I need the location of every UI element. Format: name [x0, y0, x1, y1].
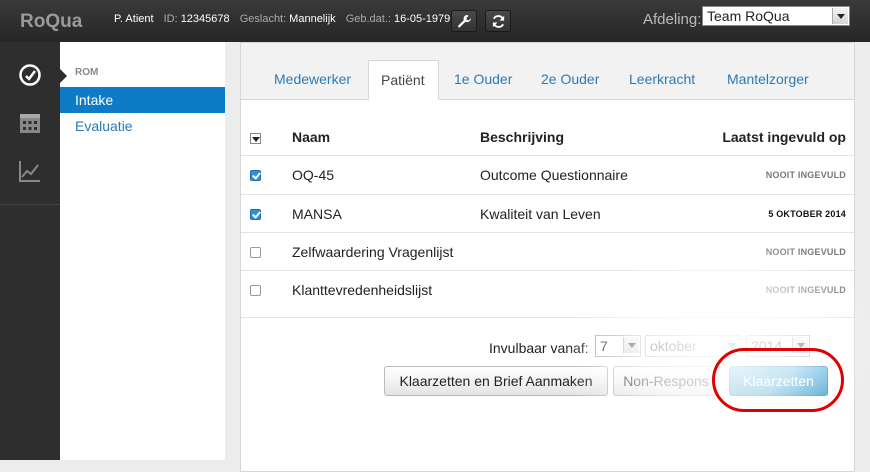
rail-divider — [0, 204, 60, 205]
available-from-label: Invulbaar vanaf: — [489, 340, 589, 356]
patient-info: P. Atient ID: 12345678 Geslacht: Mannelijk… — [114, 13, 457, 25]
settings-button[interactable] — [451, 10, 477, 32]
dob-value: 16-05-1979 — [393, 13, 451, 25]
subnav-header: ROM — [75, 67, 99, 78]
subnav-item-intake[interactable]: Intake — [60, 87, 225, 113]
top-bar: RoQua P. Atient ID: 12345678 Geslacht: Man… — [0, 0, 870, 42]
row-description: Kwaliteit van Leven — [480, 206, 601, 222]
row-last-filled: 5 OKTOBER 2014 — [768, 209, 846, 219]
respondent-tabs: Medewerker Patiënt 1e Ouder 2e Ouder Lee… — [241, 43, 854, 100]
row-name: MANSA — [292, 206, 342, 222]
dashboard-icon — [19, 64, 41, 86]
row-description: Outcome Questionnaire — [480, 167, 628, 183]
gender-value: Mannelijk — [289, 13, 336, 25]
calendar-icon — [20, 114, 40, 133]
department-select[interactable]: Team RoQua — [702, 6, 850, 26]
table-row: OQ-45 Outcome Questionnaire NOOIT INGEVU… — [241, 155, 854, 194]
non-response-button[interactable]: Non-Respons — [613, 366, 719, 396]
table-row: Zelfwaardering Vragenlijst NOOIT INGEVUL… — [241, 232, 854, 271]
footer-divider — [241, 317, 854, 318]
rail-item-dashboard[interactable] — [0, 52, 60, 96]
department-value: Team RoQua — [707, 8, 790, 24]
patient-name: P. Atient — [114, 13, 154, 25]
dob-label: Geb.dat.: — [345, 13, 391, 25]
day-select[interactable]: 7 — [595, 335, 641, 357]
subnav-item-evaluatie[interactable]: Evaluatie — [60, 113, 225, 139]
row-name: Klanttevredenheidslijst — [292, 282, 433, 298]
row-name: Zelfwaardering Vragenlijst — [292, 244, 454, 260]
highlight-ring — [712, 348, 844, 412]
tab-2e-ouder[interactable]: 2e Ouder — [541, 60, 599, 99]
chart-icon — [19, 161, 40, 182]
brand-logo[interactable]: RoQua — [20, 11, 82, 33]
patient-id: 12345678 — [180, 13, 230, 25]
row-last-filled: NOOIT INGEVULD — [765, 285, 846, 295]
table-row: Klanttevredenheidslijst NOOIT INGEVULD — [241, 270, 854, 309]
row-last-filled: NOOIT INGEVULD — [765, 170, 846, 180]
refresh-icon — [492, 15, 505, 28]
rail-item-calendar[interactable] — [0, 100, 60, 144]
sub-navigation: ROM Intake Evaluatie — [60, 42, 225, 460]
refresh-button[interactable] — [485, 10, 511, 32]
tab-medewerker[interactable]: Medewerker — [274, 60, 351, 99]
rail-item-chart[interactable] — [0, 148, 60, 192]
department-label: Afdeling: — [643, 11, 702, 28]
row-last-filled: NOOIT INGEVULD — [765, 247, 846, 257]
active-indicator — [60, 69, 67, 83]
row-checkbox[interactable] — [250, 209, 261, 220]
tab-leerkracht[interactable]: Leerkracht — [629, 60, 695, 99]
row-checkbox[interactable] — [250, 285, 261, 296]
chevron-down-icon — [623, 337, 639, 353]
column-header-name: Naam — [292, 129, 331, 145]
row-name: OQ-45 — [292, 167, 335, 183]
select-all-dropdown[interactable] — [250, 133, 261, 144]
left-rail — [0, 42, 60, 460]
column-header-description: Beschrijving — [480, 129, 565, 145]
tab-mantelzorger[interactable]: Mantelzorger — [727, 60, 809, 99]
row-checkbox[interactable] — [250, 247, 261, 258]
day-value: 7 — [600, 338, 608, 354]
chevron-down-icon — [832, 8, 848, 24]
row-checkbox[interactable] — [250, 170, 261, 181]
gender-label: Geslacht: — [239, 13, 287, 25]
column-header-last-filled: Laatst ingevuld op — [722, 129, 846, 145]
tab-patient[interactable]: Patiënt — [368, 60, 439, 100]
patient-id-label: ID: — [163, 13, 178, 25]
tab-1e-ouder[interactable]: 1e Ouder — [454, 60, 512, 99]
table-row: MANSA Kwaliteit van Leven 5 OKTOBER 2014 — [241, 194, 854, 233]
ready-with-letter-button[interactable]: Klaarzetten en Brief Aanmaken — [384, 366, 608, 396]
month-value: oktober — [650, 338, 697, 354]
wrench-icon — [458, 14, 471, 28]
